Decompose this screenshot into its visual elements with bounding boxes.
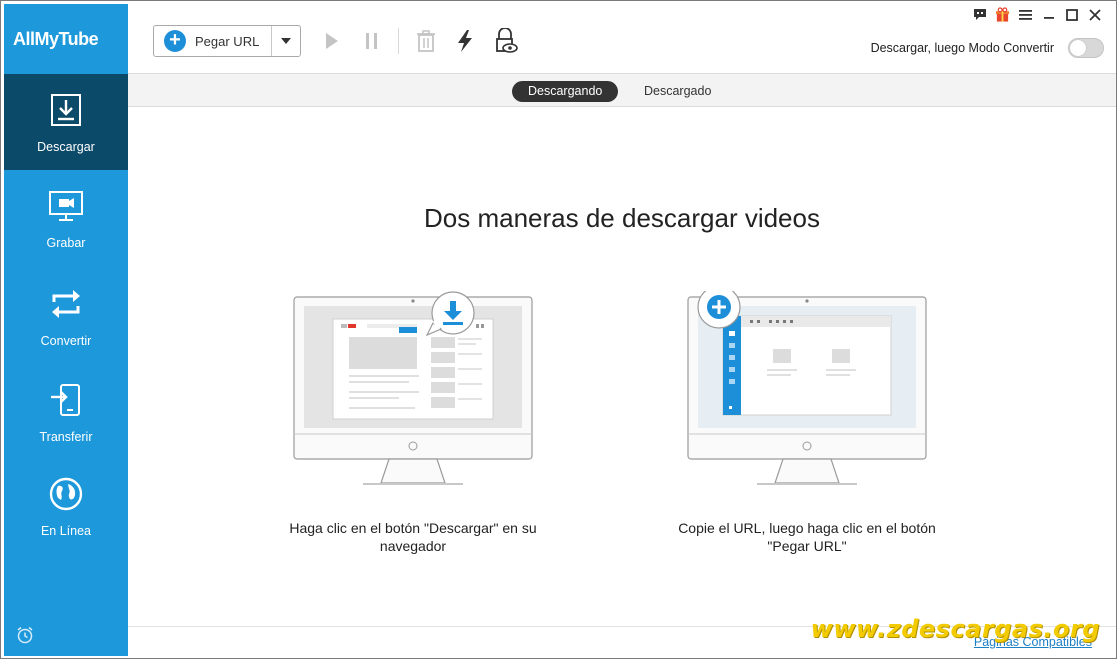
transfer-icon [51, 384, 80, 416]
sidebar-item-label: Descargar [37, 140, 95, 154]
sidebar-item-label: Convertir [40, 334, 92, 348]
page-title: Dos maneras de descargar videos [424, 203, 820, 233]
browser-download-card: Haga clic en el botón "Descargar" en su … [253, 291, 573, 555]
download-then-convert-toggle[interactable] [1068, 38, 1104, 58]
paste-url-button[interactable]: + Pegar URL [153, 25, 301, 57]
alarm-icon[interactable] [16, 626, 34, 644]
browser-download-illustration [293, 291, 533, 485]
minimize-icon[interactable] [1041, 7, 1056, 22]
sidebar: AllMyTube Descargar Grabar Convertir Tra… [4, 4, 128, 656]
sidebar-item-label: Transferir [39, 430, 93, 444]
toggle-knob [1070, 40, 1086, 56]
window-controls [972, 6, 1102, 22]
watermark: www.zdescargas.org [810, 615, 1100, 643]
feedback-icon[interactable] [972, 7, 987, 22]
plus-icon: + [164, 30, 186, 52]
sidebar-item-label: Grabar [46, 236, 86, 250]
caption-line: navegador [379, 538, 447, 554]
paste-url-card: Copie el URL, luego haga clic en el botó… [647, 291, 967, 555]
toolbar: + Pegar URL Descargar, luego Modo Conver… [128, 1, 1116, 73]
app-logo: AllMyTube [13, 28, 99, 49]
sidebar-item-en-linea[interactable]: En Línea [4, 458, 128, 554]
maximize-icon[interactable] [1064, 7, 1079, 22]
record-screen-icon [49, 191, 83, 221]
sidebar-item-label: En Línea [40, 524, 92, 538]
sidebar-item-transferir[interactable]: Transferir [4, 364, 128, 460]
download-icon [51, 94, 81, 126]
gift-icon[interactable] [995, 6, 1010, 22]
menu-icon[interactable] [1018, 7, 1033, 22]
private-mode-icon[interactable] [494, 28, 518, 53]
paste-url-dropdown[interactable] [272, 26, 300, 56]
sidebar-item-grabar[interactable]: Grabar [4, 170, 128, 266]
toolbar-divider [398, 28, 399, 54]
tab-descargando[interactable]: Descargando [512, 81, 619, 102]
caption-line: Copie el URL, luego haga clic en el botó… [678, 520, 936, 536]
tab-descargado[interactable]: Descargado [628, 81, 727, 102]
chevron-down-icon [281, 38, 291, 44]
sidebar-item-convertir[interactable]: Convertir [4, 268, 128, 364]
sidebar-item-descargar[interactable]: Descargar [4, 74, 128, 170]
convert-icon [52, 290, 80, 318]
browser-download-caption: Haga clic en el botón "Descargar" en su … [253, 519, 573, 555]
tab-bar: Descargando Descargado [128, 73, 1116, 107]
download-then-convert-row: Descargar, luego Modo Convertir [871, 38, 1104, 58]
paste-url-label: Pegar URL [195, 33, 260, 49]
paste-url-illustration [687, 291, 927, 485]
close-icon[interactable] [1087, 7, 1102, 22]
paste-url-caption: Copie el URL, luego haga clic en el botó… [647, 519, 967, 555]
paste-url-main[interactable]: + Pegar URL [154, 26, 272, 56]
download-then-convert-label: Descargar, luego Modo Convertir [870, 41, 1054, 55]
trash-icon[interactable] [414, 29, 438, 53]
play-icon[interactable] [320, 29, 344, 53]
globe-icon [49, 477, 83, 511]
app-window: AllMyTube Descargar Grabar Convertir Tra… [0, 0, 1117, 659]
pause-icon[interactable] [360, 29, 384, 53]
caption-line: Haga clic en el botón "Descargar" en su [289, 520, 537, 536]
caption-line: "Pegar URL" [767, 538, 847, 554]
turbo-icon[interactable] [453, 29, 477, 53]
main-content: Dos maneras de descargar videos Haga cli… [128, 107, 1116, 627]
